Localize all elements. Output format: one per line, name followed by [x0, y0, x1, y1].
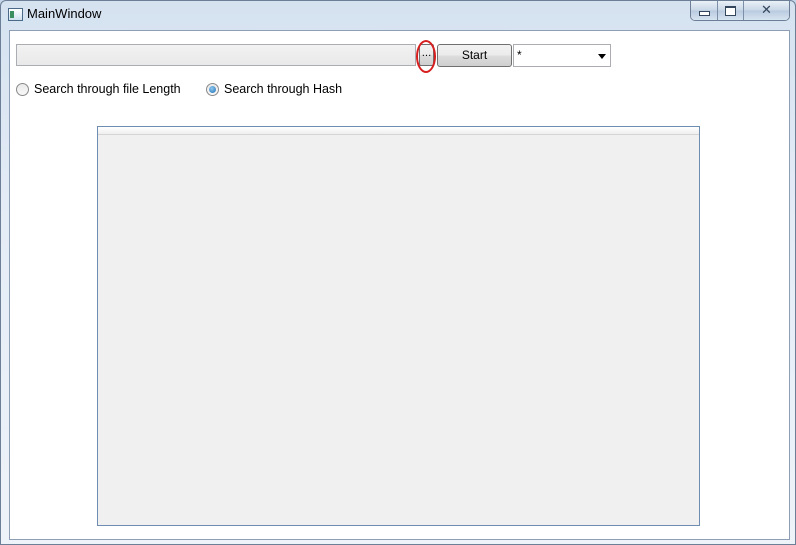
app-icon: [8, 8, 23, 21]
red-annotation-circle: [416, 40, 436, 73]
title-bar[interactable]: MainWindow ✕: [1, 1, 795, 28]
results-grid[interactable]: [97, 126, 700, 526]
radio-length-label: Search through file Length: [34, 82, 181, 96]
start-button[interactable]: Start: [437, 44, 512, 67]
close-icon: ✕: [761, 3, 772, 18]
maximize-button[interactable]: [718, 1, 744, 20]
main-window: MainWindow ✕ ... Start * Search through …: [0, 0, 796, 545]
file-filter-combobox[interactable]: *: [513, 44, 611, 67]
minimize-icon: [698, 11, 710, 16]
radio-length-indicator[interactable]: [16, 82, 29, 96]
radio-hash-label: Search through Hash: [224, 82, 343, 96]
filter-value: *: [517, 48, 522, 62]
window-title: MainWindow: [27, 6, 102, 21]
chevron-down-icon[interactable]: [598, 54, 606, 59]
radio-hash-indicator[interactable]: [206, 82, 219, 96]
folder-path-input[interactable]: [16, 44, 416, 66]
maximize-icon: [725, 5, 736, 16]
grid-header: [98, 127, 699, 135]
radio-search-hash[interactable]: Search through Hash: [206, 82, 342, 96]
radio-search-length[interactable]: Search through file Length: [16, 82, 181, 96]
close-button[interactable]: ✕: [744, 1, 789, 20]
minimize-button[interactable]: [691, 1, 718, 20]
caption-buttons: ✕: [690, 1, 790, 21]
client-area: ... Start * Search through file Length S…: [9, 30, 790, 540]
